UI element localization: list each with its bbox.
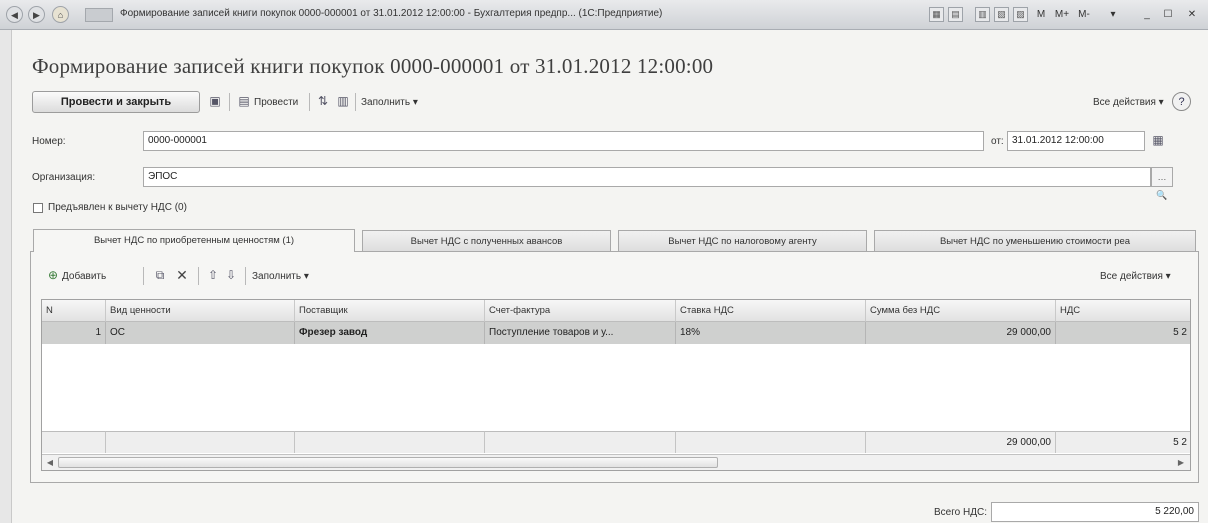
forward-icon[interactable]: ▶ bbox=[28, 6, 45, 23]
table-fill-dropdown[interactable]: Заполнить ▾ bbox=[252, 271, 309, 282]
footer-sum-without-vat: 29 000,00 bbox=[866, 431, 1056, 453]
window-title: Формирование записей книги покупок 0000-… bbox=[120, 8, 663, 19]
table-all-actions-dropdown[interactable]: Все действия ▾ bbox=[1100, 271, 1171, 282]
cell-vat[interactable]: 5 2 bbox=[1056, 322, 1190, 344]
move-down-icon[interactable]: ⇩ bbox=[224, 268, 238, 282]
footer-cell bbox=[106, 431, 295, 453]
vat-presented-label: Предъявлен к вычету НДС (0) bbox=[48, 202, 187, 213]
fill-dropdown[interactable]: Заполнить ▾ bbox=[361, 97, 418, 108]
home-icon[interactable]: ⌂ bbox=[52, 6, 69, 23]
open-organization-icon[interactable]: …🔍 bbox=[1151, 167, 1173, 200]
calendar-icon[interactable]: ▦ bbox=[1149, 133, 1167, 147]
tab-cost-reduction[interactable]: Вычет НДС по уменьшению стоимости реа bbox=[874, 230, 1196, 252]
window-icon bbox=[85, 8, 113, 22]
post-and-close-button[interactable]: Провести и закрыть bbox=[32, 91, 200, 113]
copy-icon[interactable]: ⧉ bbox=[152, 268, 168, 283]
column-header-sum-without-vat[interactable]: Сумма без НДС bbox=[866, 300, 1056, 322]
delete-icon[interactable]: ✕ bbox=[174, 267, 190, 284]
column-header-n[interactable]: N bbox=[42, 300, 106, 322]
date-label: от: bbox=[991, 136, 1004, 147]
scroll-right-icon[interactable]: ▶ bbox=[1174, 456, 1188, 470]
report-icon[interactable]: ▥ bbox=[335, 94, 351, 108]
vat-deduction-table[interactable]: N Вид ценности Поставщик Счет-фактура Ст… bbox=[41, 299, 1191, 471]
toolbar-separator bbox=[229, 93, 230, 111]
table-toolbar-separator bbox=[198, 267, 199, 285]
footer-cell bbox=[676, 431, 866, 453]
add-icon[interactable]: ⊕ bbox=[45, 268, 61, 282]
move-up-icon[interactable]: ⇧ bbox=[206, 268, 220, 282]
window-left-edge bbox=[0, 30, 12, 523]
column-header-invoice[interactable]: Счет-фактура bbox=[485, 300, 676, 322]
toolbar-icon-2[interactable]: ▤ bbox=[948, 7, 963, 22]
toolbar-icon-3[interactable]: ▥ bbox=[975, 7, 990, 22]
cell-vat-rate[interactable]: 18% bbox=[676, 322, 866, 344]
maximize-button[interactable]: ☐ bbox=[1160, 6, 1176, 23]
memory-button[interactable]: M bbox=[1034, 6, 1048, 23]
tab-tax-agent[interactable]: Вычет НДС по налоговому агенту bbox=[618, 230, 867, 252]
date-field[interactable]: 31.01.2012 12:00:00 bbox=[1007, 131, 1145, 151]
vat-presented-checkbox[interactable] bbox=[33, 203, 43, 213]
footer-cell bbox=[485, 431, 676, 453]
memory-minus-button[interactable]: M- bbox=[1075, 6, 1093, 23]
scroll-left-icon[interactable]: ◀ bbox=[43, 456, 57, 470]
total-vat-field: 5 220,00 bbox=[991, 502, 1199, 522]
tab-received-advances[interactable]: Вычет НДС с полученных авансов bbox=[362, 230, 611, 252]
all-actions-dropdown[interactable]: Все действия ▾ bbox=[1093, 97, 1164, 108]
back-icon[interactable]: ◀ bbox=[6, 6, 23, 23]
add-button[interactable]: Добавить bbox=[62, 271, 106, 282]
number-field[interactable]: 0000-000001 bbox=[143, 131, 984, 151]
column-header-vat-rate[interactable]: Ставка НДС bbox=[676, 300, 866, 322]
minimize-button[interactable]: _ bbox=[1140, 6, 1154, 23]
post-icon[interactable]: ▤ bbox=[236, 94, 252, 108]
organization-field[interactable]: ЭПОС bbox=[143, 167, 1151, 187]
footer-cell bbox=[42, 431, 106, 453]
organization-label: Организация: bbox=[32, 172, 96, 183]
column-header-value-type[interactable]: Вид ценности bbox=[106, 300, 295, 322]
total-vat-label: Всего НДС: bbox=[934, 507, 987, 518]
structure-icon[interactable]: ⇅ bbox=[315, 94, 331, 108]
tab-acquired-values[interactable]: Вычет НДС по приобретенным ценностям (1) bbox=[33, 229, 355, 252]
page-title: Формирование записей книги покупок 0000-… bbox=[32, 54, 714, 78]
close-button[interactable]: ✕ bbox=[1184, 6, 1200, 23]
number-label: Номер: bbox=[32, 136, 66, 147]
column-header-supplier[interactable]: Поставщик bbox=[295, 300, 485, 322]
horizontal-scrollbar[interactable]: ◀ ▶ bbox=[42, 454, 1190, 470]
table-toolbar-separator bbox=[245, 267, 246, 285]
settings-icon[interactable]: ▾ bbox=[1106, 6, 1120, 23]
cell-invoice[interactable]: Поступление товаров и у... bbox=[485, 322, 676, 344]
post-button[interactable]: Провести bbox=[254, 97, 298, 108]
toolbar-separator bbox=[309, 93, 310, 111]
footer-cell bbox=[295, 431, 485, 453]
toolbar-separator bbox=[355, 93, 356, 111]
footer-vat: 5 2 bbox=[1056, 431, 1190, 453]
title-bar: ◀ ▶ ⌂ Формирование записей книги покупок… bbox=[0, 0, 1208, 30]
toolbar-icon-5[interactable]: ▨ bbox=[1013, 7, 1028, 22]
scrollbar-thumb[interactable] bbox=[58, 457, 718, 468]
cell-value-type[interactable]: ОС bbox=[106, 322, 295, 344]
save-icon[interactable]: ▣ bbox=[207, 94, 223, 108]
help-icon[interactable]: ? bbox=[1172, 92, 1191, 111]
toolbar-icon-4[interactable]: ▧ bbox=[994, 7, 1009, 22]
toolbar-icon-1[interactable]: ▦ bbox=[929, 7, 944, 22]
table-toolbar-separator bbox=[143, 267, 144, 285]
cell-n[interactable]: 1 bbox=[42, 322, 106, 344]
cell-supplier[interactable]: Фрезер завод bbox=[295, 322, 485, 344]
column-header-vat[interactable]: НДС bbox=[1056, 300, 1190, 322]
memory-plus-button[interactable]: M+ bbox=[1052, 6, 1072, 23]
cell-sum-without-vat[interactable]: 29 000,00 bbox=[866, 322, 1056, 344]
